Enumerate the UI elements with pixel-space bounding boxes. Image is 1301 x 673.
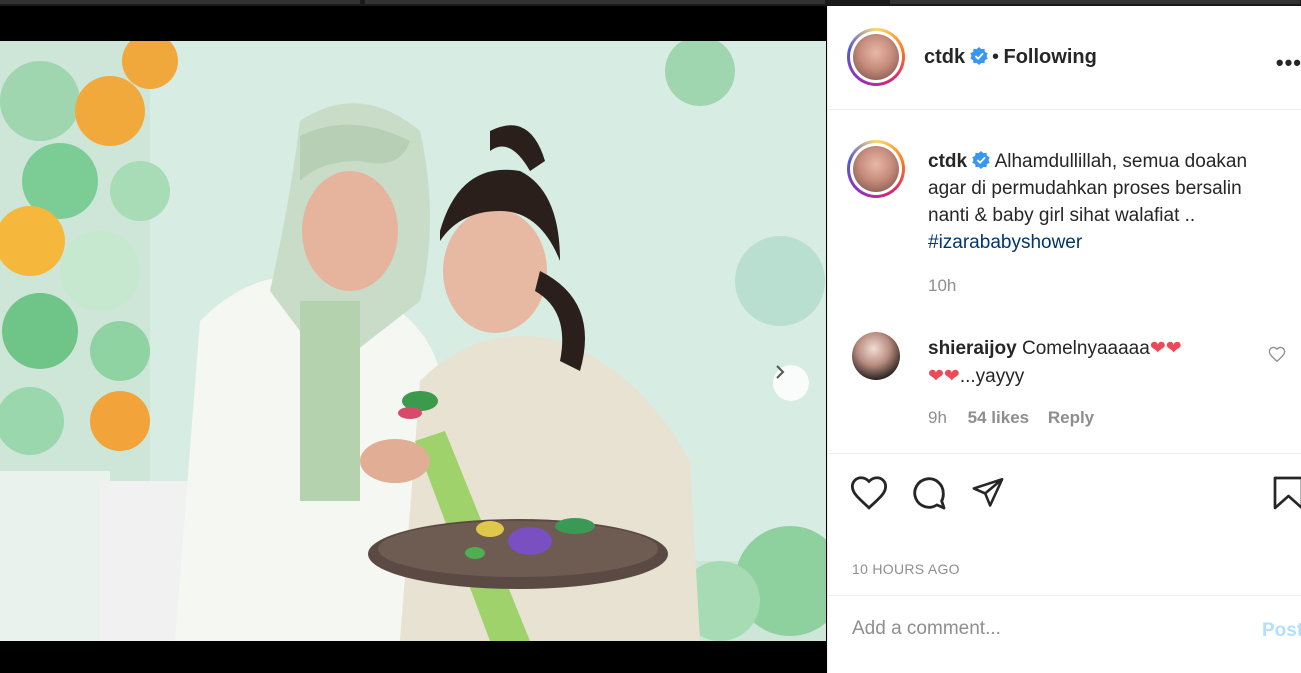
following-button[interactable]: Following	[1004, 46, 1097, 68]
comment-hearts: ❤❤	[1149, 338, 1182, 359]
comment: shieraijoy Comelnyaaaaa❤❤ ❤❤...yayyy	[928, 335, 1258, 391]
post-comment-button[interactable]: Post	[1262, 620, 1301, 642]
comment-like-heart-icon[interactable]	[1268, 346, 1286, 362]
instagram-post-modal: ctdk • Following ••• ctdk Alhamdullillah…	[0, 0, 1301, 673]
caption-username[interactable]: ctdk	[928, 151, 967, 172]
photo-illustration	[0, 41, 826, 641]
more-options-button[interactable]: •••	[1276, 50, 1301, 76]
caption: ctdk Alhamdullillah, semua doakan agar d…	[928, 148, 1288, 256]
comment-reply-button[interactable]: Reply	[1048, 408, 1094, 427]
header-separator: •	[992, 46, 1000, 68]
author-avatar[interactable]	[847, 28, 905, 86]
post-header: ctdk • Following •••	[828, 6, 1301, 110]
comment-likes[interactable]: 54 likes	[968, 408, 1029, 427]
bookmark-icon[interactable]	[1272, 474, 1301, 512]
author-username[interactable]: ctdk	[924, 46, 965, 68]
comment-text-2: ...yayyy	[959, 366, 1025, 387]
comment-icon[interactable]	[910, 474, 948, 512]
comment-text: Comelnyaaaaa	[1022, 338, 1150, 359]
add-comment-bar: Post	[828, 595, 1301, 673]
chevron-right-icon	[776, 365, 785, 379]
caption-time[interactable]: 10h	[928, 276, 956, 296]
verified-badge-icon	[972, 151, 990, 169]
comment-meta: 9h 54 likes Reply	[928, 408, 1094, 428]
post-side-panel: ctdk • Following ••• ctdk Alhamdullillah…	[827, 6, 1301, 673]
post-photo[interactable]	[0, 41, 826, 641]
comment-username[interactable]: shieraijoy	[928, 338, 1017, 359]
next-photo-button[interactable]	[773, 365, 809, 401]
heart-icon[interactable]	[850, 474, 888, 510]
caption-avatar[interactable]	[847, 140, 905, 198]
add-comment-input[interactable]	[852, 618, 1232, 640]
verified-badge-icon	[969, 47, 988, 65]
comment-hearts-2: ❤❤	[928, 366, 960, 387]
commenter-avatar[interactable]	[852, 332, 900, 380]
comment-time[interactable]: 9h	[928, 408, 947, 427]
header-user-line: ctdk • Following	[924, 46, 1097, 69]
caption-hashtag[interactable]: #izarababyshower	[928, 232, 1082, 253]
more-horizontal-icon: •••	[1275, 50, 1301, 75]
post-timestamp[interactable]: 10 HOURS AGO	[852, 561, 960, 577]
share-icon[interactable]	[970, 475, 1006, 509]
